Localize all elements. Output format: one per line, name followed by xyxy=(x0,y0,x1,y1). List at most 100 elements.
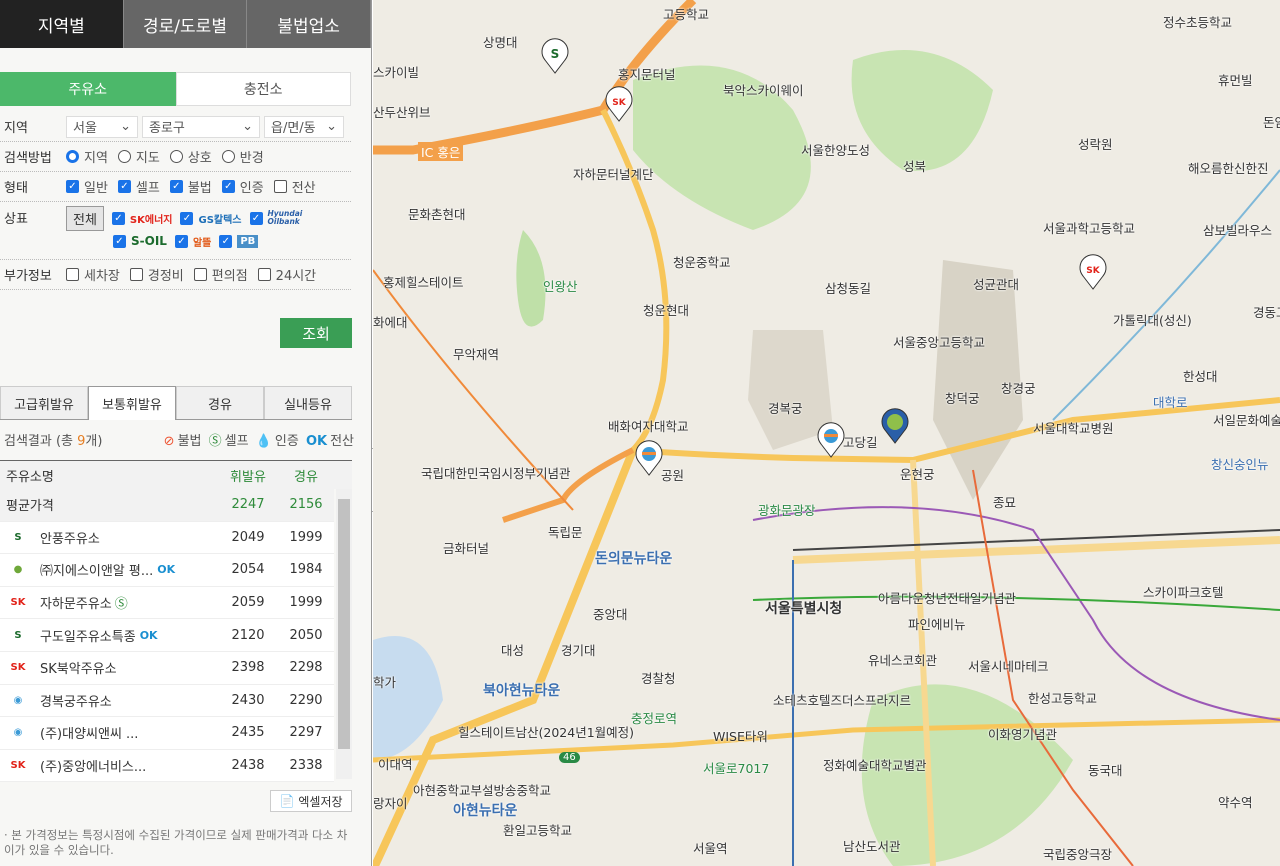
map-label[interactable]: WISE타워 xyxy=(713,726,768,745)
station-name[interactable]: 안풍주유소 xyxy=(40,528,100,547)
sido-select[interactable]: 서울 ⌄ xyxy=(66,115,138,138)
table-row[interactable]: ◉ (주)대양씨앤씨 ... 2435 2297 xyxy=(0,717,334,750)
map-label[interactable]: 고등학교 xyxy=(663,4,709,23)
sk-station-pin[interactable]: SK xyxy=(604,86,634,122)
type-normal-checkbox[interactable]: ✓ 일반 xyxy=(66,177,108,196)
type-certified-checkbox[interactable]: ✓ 인증 xyxy=(221,177,264,196)
map-label[interactable]: 이화영기념관 xyxy=(988,724,1057,743)
map-label[interactable]: 아현뉴타운 xyxy=(453,800,517,820)
map-label[interactable]: 이대역 xyxy=(378,754,413,773)
map-label[interactable]: 정화예술대학교별관 xyxy=(823,755,927,774)
station-name[interactable]: (주)대양씨앤씨 ... xyxy=(40,723,138,742)
map-label[interactable]: 중앙대 xyxy=(593,604,628,623)
station-name[interactable]: 구도일주유소특종 xyxy=(40,626,136,645)
tab-diesel[interactable]: 경유 xyxy=(176,386,264,419)
map-label[interactable]: 문화촌현대 xyxy=(408,204,466,223)
map-label[interactable]: 무악재역 xyxy=(453,344,499,363)
map-label[interactable]: 힐스테이트남산(2024년1월예정) xyxy=(458,722,634,741)
brand-sk-checkbox[interactable]: ✓ xyxy=(111,211,125,225)
results-scrollbar[interactable] xyxy=(336,489,352,779)
brand-hyundai-checkbox[interactable]: ✓ xyxy=(249,211,263,225)
map-label[interactable]: 아현중학교부설방송중학교 xyxy=(413,780,551,799)
map-label[interactable]: 46 xyxy=(559,752,580,763)
station-name[interactable]: 자하문주유소 xyxy=(40,593,112,612)
map-label[interactable]: 한성대 xyxy=(1183,366,1218,385)
map-label[interactable]: 남산도서관 xyxy=(843,836,901,855)
method-name-radio[interactable]: 상호 xyxy=(169,147,212,166)
map-label[interactable]: 금화터널 xyxy=(443,538,489,557)
map-label[interactable]: 북아현뉴타운 xyxy=(483,680,560,700)
map-label[interactable]: 환일고등학교 xyxy=(503,820,572,839)
map-label[interactable]: 인왕산 xyxy=(543,276,578,295)
map-label[interactable]: 삼청동길 xyxy=(825,278,871,297)
sigungu-select[interactable]: 종로구 ⌄ xyxy=(142,115,260,138)
header-gasoline[interactable]: 휘발유 xyxy=(218,466,278,485)
map-label[interactable]: 충정로역 xyxy=(631,708,677,727)
map-label[interactable]: 한성고등학교 xyxy=(1028,688,1097,707)
gs-station-pin[interactable] xyxy=(634,440,664,476)
map-label[interactable]: 유네스코회관 xyxy=(868,650,937,669)
map-label[interactable]: 배화여자대학교 xyxy=(608,416,689,435)
tab-route[interactable]: 경로/도로별 xyxy=(123,0,248,48)
map-label[interactable]: 경기대 xyxy=(561,640,596,659)
dong-select[interactable]: 읍/면/동 ⌄ xyxy=(264,115,344,138)
extra-24h-checkbox[interactable]: 24시간 xyxy=(257,265,316,284)
extra-carwash-checkbox[interactable]: 세차장 xyxy=(66,265,120,284)
sk-station-pin[interactable]: SK xyxy=(1078,254,1108,290)
table-row[interactable]: ◉ 경복궁주유소 2430 2290 xyxy=(0,684,334,718)
station-name[interactable]: 경복궁주유소 xyxy=(40,691,112,710)
map-label[interactable]: 대학로 xyxy=(1153,392,1188,411)
map-label[interactable]: 학가 xyxy=(373,672,396,691)
map-label[interactable]: 자하문터널계단 xyxy=(573,164,654,183)
type-computerized-checkbox[interactable]: 전산 xyxy=(273,177,316,196)
map-label[interactable]: 서울중앙고등학교 xyxy=(893,332,985,351)
map-label[interactable]: 청운현대 xyxy=(643,300,689,319)
search-button[interactable]: 조회 xyxy=(280,318,352,348)
map-label[interactable]: 파인에비뉴 xyxy=(908,614,966,633)
station-name[interactable]: ㈜지에스이앤알 평... xyxy=(40,560,153,579)
map-label[interactable]: 창경궁 xyxy=(1001,378,1036,397)
map-label[interactable]: 홍제힐스테이트 xyxy=(383,272,464,291)
map-label[interactable]: 성균관대 xyxy=(973,274,1019,293)
map-label[interactable]: 서울로7017 xyxy=(703,758,769,777)
map-label[interactable]: 서울특별시청 xyxy=(765,598,842,618)
table-row[interactable]: SK SK북악주유소 2398 2298 xyxy=(0,651,334,685)
map-label[interactable]: 성북 xyxy=(903,156,926,175)
table-row[interactable]: S 안풍주유소 2049 1999 xyxy=(0,521,334,555)
method-region-radio[interactable]: 지역 xyxy=(66,147,108,166)
map-label[interactable]: 상명대 xyxy=(483,32,518,51)
s-oil-station-pin[interactable]: S xyxy=(540,38,570,74)
map-label[interactable]: 서울과학고등학교 xyxy=(1043,218,1135,237)
map-label[interactable]: 서울대학교병원 xyxy=(1033,418,1114,437)
map-label[interactable]: 성락원 xyxy=(1078,134,1113,153)
map-label[interactable]: 정수초등학교 xyxy=(1163,12,1232,31)
type-illegal-checkbox[interactable]: ✓ 불법 xyxy=(169,177,212,196)
map-label[interactable]: 독립문 xyxy=(548,522,583,541)
map-label[interactable]: 대성 xyxy=(501,640,524,659)
map-label[interactable]: 서울역 xyxy=(693,838,728,857)
map[interactable]: 고등학교상명대스카이빌산두산위브 홍지문터널북악스카이웨이 정수초등학교휴먼빌돈암서… xyxy=(373,0,1280,866)
map-label[interactable]: 공원 xyxy=(661,465,684,484)
tab-regular-gasoline[interactable]: 보통휘발유 xyxy=(88,386,176,420)
table-row[interactable]: ● ㈜지에스이앤알 평... OK 2054 1984 xyxy=(0,554,334,587)
map-label[interactable]: 청운중학교 xyxy=(673,252,731,271)
map-label[interactable]: 국립대한민국임시정부기념관 xyxy=(421,463,571,482)
gs-station-pin[interactable] xyxy=(816,422,846,458)
tab-charging-station[interactable]: 충전소 xyxy=(175,72,351,106)
excel-save-button[interactable]: 📄 엑셀저장 xyxy=(270,790,352,812)
map-label[interactable]: 스카이파크호텔 xyxy=(1143,582,1224,601)
tab-premium-gasoline[interactable]: 고급휘발유 xyxy=(0,386,88,419)
table-row[interactable]: SK (주)중앙에너비스... 2438 2338 xyxy=(0,749,334,783)
brand-soil-checkbox[interactable]: ✓ xyxy=(113,234,126,248)
map-label[interactable]: 종묘 xyxy=(993,492,1016,511)
type-self-checkbox[interactable]: ✓ 셀프 xyxy=(117,177,160,196)
map-label[interactable]: 소테츠호텔즈더스프라지르 xyxy=(773,690,911,709)
map-label[interactable]: 랑자이 xyxy=(373,793,408,812)
brand-pb-checkbox[interactable]: ✓ xyxy=(219,234,233,248)
map-label[interactable]: 삼보빌라우스 xyxy=(1203,220,1272,239)
table-row[interactable]: SK 자하문주유소 Ⓢ 2059 1999 xyxy=(0,586,334,620)
station-name[interactable]: SK북악주유소 xyxy=(40,658,117,677)
map-label[interactable]: 돈의문뉴타운 xyxy=(595,548,672,568)
map-label[interactable]: 경동고 xyxy=(1253,302,1280,321)
brand-gs-checkbox[interactable]: ✓ xyxy=(180,211,194,225)
